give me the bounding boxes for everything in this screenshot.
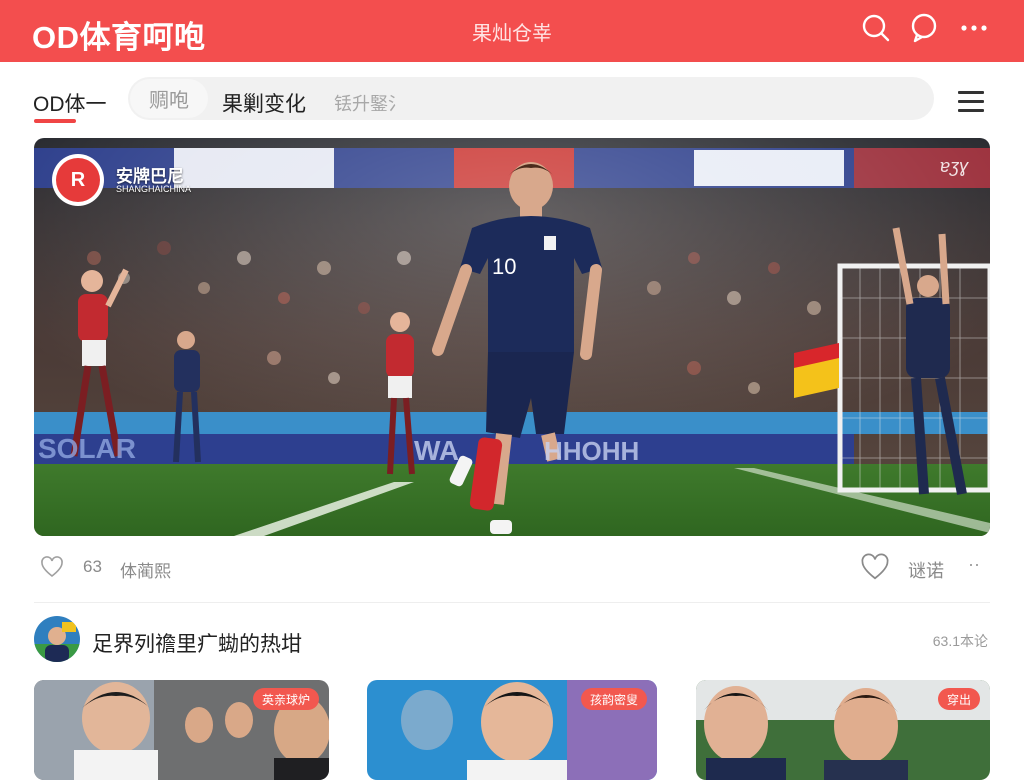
like-count: 63 — [83, 557, 102, 576]
hero-illustration: 10 SOLAR WA HHOHH — [34, 138, 990, 536]
news-card[interactable]: 穿出 — [696, 680, 990, 780]
hero-watermark: ɐʒɣ — [939, 156, 968, 176]
svg-text:WA: WA — [414, 435, 459, 466]
like-icon[interactable] — [40, 555, 64, 579]
section-meta: 63.1本论 — [932, 633, 988, 649]
card-tag: 英亲球炉 — [252, 688, 319, 710]
section-title[interactable]: 足界列䄡里疒蜐的热坩 — [92, 628, 302, 658]
svg-text:SOLAR: SOLAR — [38, 433, 136, 464]
more-dots-icon[interactable]: ·· — [968, 554, 980, 575]
news-card[interactable]: 英亲球炉 — [34, 680, 329, 780]
search-icon[interactable] — [860, 12, 892, 44]
tab-selected[interactable]: 果剿变化 — [222, 88, 306, 118]
action-row: 63 体蔺熙 谜诺 ·· — [0, 548, 1024, 588]
tabs-row: OD体一 赒咆 果剿变化 铥升鋻氵 — [0, 70, 1024, 130]
divider — [34, 602, 990, 603]
jersey-number: 10 — [492, 254, 516, 279]
tab-chip[interactable]: 赒咆 — [130, 79, 208, 118]
hero-brand-sub: SHANGHAICHINA — [116, 184, 192, 194]
heart-icon[interactable] — [860, 552, 890, 582]
avatar[interactable] — [34, 616, 80, 662]
news-card[interactable]: 孩韵密叟 — [367, 680, 657, 780]
hero-badge-logo: R — [56, 158, 100, 202]
tab-underline — [34, 119, 76, 123]
tab-active[interactable]: OD体一 — [33, 88, 107, 118]
card-tag: 孩韵密叟 — [580, 688, 647, 710]
like-label: 体蔺熙 — [120, 562, 171, 581]
search-placeholder[interactable]: 铥升鋻氵 — [334, 90, 406, 116]
more-icon[interactable] — [958, 12, 990, 44]
menu-icon[interactable] — [954, 86, 988, 116]
comment-button[interactable]: 谜诺 — [908, 557, 944, 583]
chat-icon[interactable] — [908, 12, 940, 44]
hero-badge: R — [52, 154, 104, 206]
card-tag: 穿出 — [937, 688, 980, 710]
svg-text:HHOHH: HHOHH — [544, 436, 639, 466]
top-bar: OD体育呵咆 果灿仓峷 — [0, 0, 1024, 62]
hero-image[interactable]: 10 SOLAR WA HHOHH R 安牌巴尼 SHANGHAICHINA ɐ… — [34, 138, 990, 536]
